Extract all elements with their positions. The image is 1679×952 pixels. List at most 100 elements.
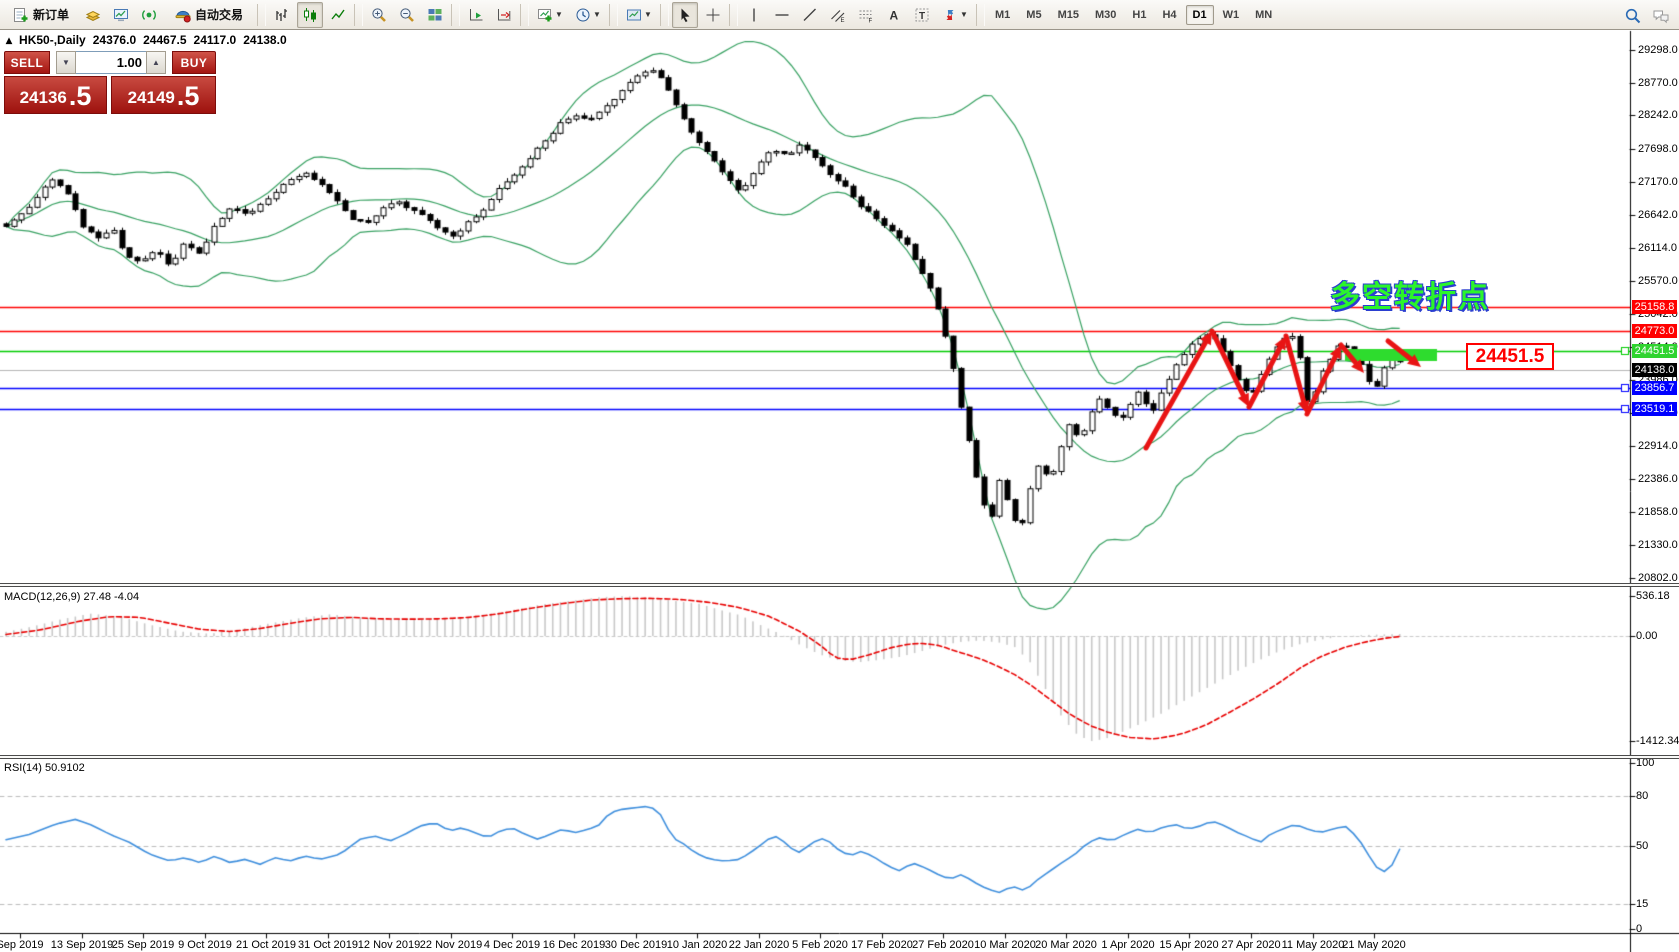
crosshair-icon[interactable] [700,2,726,28]
date-axis-label: 22 Jan 2020 [729,939,790,951]
timeframe-mn[interactable]: MN [1248,5,1279,25]
signal-icon[interactable] [136,2,162,28]
price-axis-label: 25570.0 [1638,275,1678,287]
timeframe-m5[interactable]: M5 [1019,5,1048,25]
toolbar-separator [976,4,985,26]
chart-title: ▴HK50-,Daily24376.024467.524117.024138.0 [6,33,294,47]
buy-price-int: 24149 [128,85,175,111]
volume-input[interactable]: 1.00 [76,51,146,74]
price-badge: 25158.8 [1632,300,1677,314]
timeframe-m1[interactable]: M1 [988,5,1017,25]
zoom-out-icon[interactable] [394,2,420,28]
new-order-button[interactable]: 新订单 [4,2,78,28]
date-axis-label: 27 Feb 2020 [912,939,974,951]
rsi-pane-splitter[interactable] [0,755,1679,759]
indicators-button[interactable]: ▼ [532,2,568,28]
toolbar-separator [609,4,618,26]
macd-axis-label: -1412.34 [1636,735,1679,747]
buy-button[interactable]: BUY [172,51,216,74]
chart-shift-icon[interactable] [491,2,517,28]
date-axis-label: 10 Mar 2020 [974,939,1036,951]
zoom-in-icon[interactable] [366,2,392,28]
rsi-axis-label: 50 [1636,840,1648,852]
chevron-down-icon: ▼ [960,10,968,19]
auto-scroll-icon[interactable] [463,2,489,28]
chat-icon[interactable] [1648,3,1674,29]
macd-label: MACD(12,26,9) 27.48 -4.04 [4,591,139,603]
date-axis-label: 30 Dec 2019 [605,939,667,951]
text-icon[interactable]: A [881,2,907,28]
chart-canvas[interactable] [0,0,1679,952]
timeframe-h4[interactable]: H4 [1155,5,1183,25]
volume-increase-button[interactable]: ▲ [146,51,166,74]
timeframe-h1[interactable]: H1 [1125,5,1153,25]
svg-text:F: F [869,18,873,23]
volume-decrease-button[interactable]: ▼ [56,51,76,74]
candlestick-chart-icon[interactable] [297,2,323,28]
date-axis-label: 1 Apr 2020 [1101,939,1154,951]
chart-window-icon[interactable] [108,2,134,28]
cursor-icon[interactable] [672,2,698,28]
price-axis-label: 21330.0 [1638,539,1678,551]
date-axis-label: 21 Oct 2019 [236,939,296,951]
level-callout-box: 24451.5 [1466,343,1554,370]
date-axis-label: 20 Mar 2020 [1035,939,1097,951]
price-badge: 24773.0 [1632,324,1677,338]
ohlc-open: 24376.0 [93,33,136,47]
templates-button[interactable]: ▼ [621,2,657,28]
profile-icon[interactable] [80,2,106,28]
tile-windows-icon[interactable] [422,2,448,28]
macd-pane-splitter[interactable] [0,583,1679,587]
date-axis-label: 12 Nov 2019 [358,939,420,951]
symbol-label: HK50-,Daily [19,33,86,47]
horizontal-line-icon[interactable] [769,2,795,28]
timeframe-m15[interactable]: M15 [1051,5,1086,25]
timeframe-d1[interactable]: D1 [1186,5,1214,25]
price-badge: 23519.1 [1632,402,1677,416]
date-axis-label: 5 Feb 2020 [792,939,848,951]
svg-text:E: E [841,18,845,23]
toolbar-separator [729,4,738,26]
date-axis-label: 31 Oct 2019 [298,939,358,951]
chevron-down-icon: ▼ [593,10,601,19]
date-axis-label: 9 Oct 2019 [178,939,232,951]
fibonacci-icon[interactable]: F [853,2,879,28]
mt4-window: 新订单 自动交易 ▼ ▼ ▼ [0,0,1679,952]
buy-price-button[interactable]: 24149 .5 [111,76,216,114]
trendline-icon[interactable] [797,2,823,28]
date-axis-label: 25 Sep 2019 [112,939,174,951]
sell-button[interactable]: SELL [4,51,50,74]
auto-trading-button[interactable]: 自动交易 [164,2,254,28]
bar-chart-icon[interactable] [269,2,295,28]
equidistant-channel-icon[interactable]: E [825,2,851,28]
date-axis-label: 27 Apr 2020 [1221,939,1280,951]
date-axis-label: 16 Dec 2019 [543,939,605,951]
ohlc-low: 24117.0 [194,33,237,47]
turning-point-annotation: 多空转折点 [1330,272,1500,316]
one-click-trading-panel: SELL ▼ 1.00 ▲ BUY 24136 .5 24149 .5 [4,51,216,114]
timeframe-w1[interactable]: W1 [1216,5,1247,25]
date-axis-label: Sep 2019 [0,939,44,951]
buy-price-dec: .5 [177,81,200,111]
toolbar-separator [660,4,669,26]
symbol-cursor-icon: ▴ [6,33,12,47]
auto-trading-label: 自动交易 [195,6,243,23]
search-icon[interactable] [1620,3,1646,29]
vertical-line-icon[interactable] [741,2,767,28]
timeframe-m30[interactable]: M30 [1088,5,1123,25]
text-label-icon[interactable]: T [909,2,935,28]
rsi-axis-label: 15 [1636,898,1648,910]
sell-price-button[interactable]: 24136 .5 [4,76,107,114]
sell-price-dec: .5 [69,81,92,111]
price-badge: 24451.5 [1632,344,1677,358]
line-chart-icon[interactable] [325,2,351,28]
ohlc-close: 24138.0 [243,33,286,47]
rsi-label: RSI(14) 50.9102 [4,762,85,774]
macd-axis-label: 0.00 [1636,630,1657,642]
arrows-button[interactable]: ▼ [937,2,973,28]
date-axis-label: 21 May 2020 [1342,939,1406,951]
volume-stepper: ▼ 1.00 ▲ [56,51,166,74]
toolbar-separator [520,4,529,26]
toolbar-separator [451,4,460,26]
periods-button[interactable]: ▼ [570,2,606,28]
